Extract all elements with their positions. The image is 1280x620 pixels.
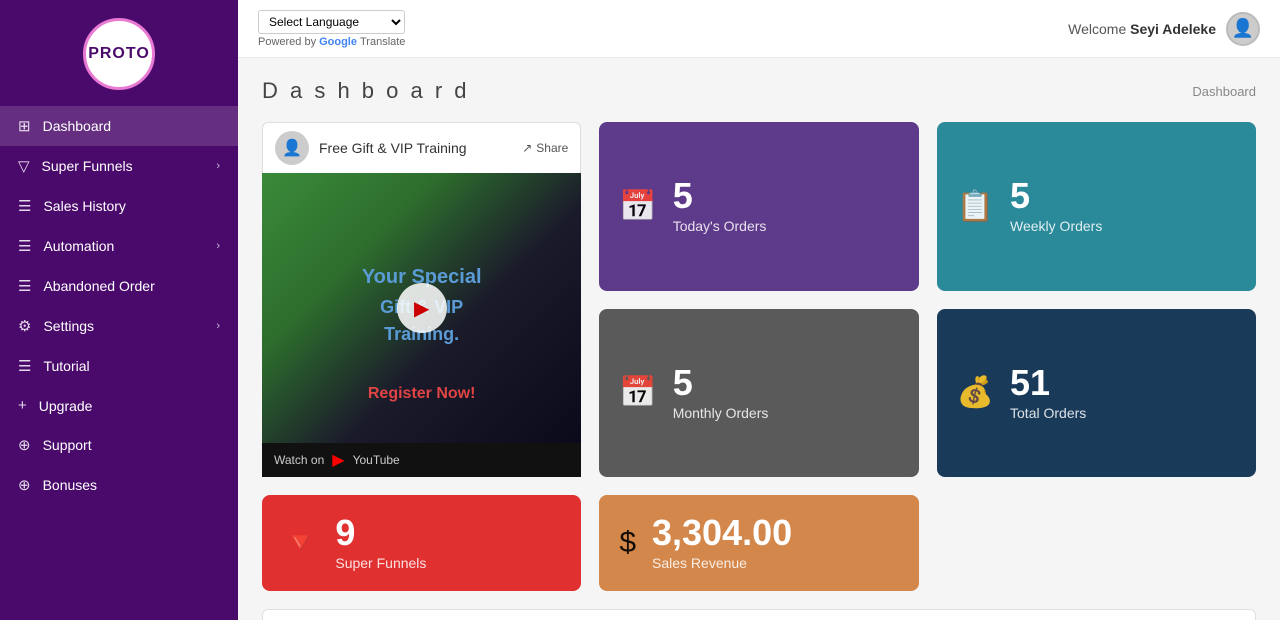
youtube-icon: ▶: [332, 450, 344, 470]
sidebar-item-support[interactable]: ⊕ Support: [0, 425, 238, 465]
stat-label-sales-revenue: Sales Revenue: [652, 555, 792, 571]
stat-number-sales-revenue: 3,304.00: [652, 515, 792, 551]
stat-card-todays-orders[interactable]: 📅 5 Today's Orders: [599, 122, 918, 291]
powered-by: Powered by Google Translate: [258, 36, 405, 48]
nav-label-settings: Settings: [43, 318, 94, 334]
nav-label-support: Support: [43, 437, 92, 453]
video-cta: Register Now!: [368, 385, 476, 403]
nav-label-automation: Automation: [43, 238, 114, 254]
breadcrumb: Dashboard: [1192, 84, 1256, 99]
stat-card-sales-revenue[interactable]: $ 3,304.00 Sales Revenue: [599, 495, 918, 591]
stat-card-total-orders[interactable]: 💰 51 Total Orders: [937, 309, 1256, 478]
video-panel: 👤 Free Gift & VIP Training ↗ Share Your …: [262, 122, 581, 477]
video-footer: Watch on ▶ YouTube: [262, 443, 581, 477]
sidebar-item-settings[interactable]: ⚙ Settings ›: [0, 306, 238, 346]
sidebar-item-sales-history[interactable]: ☰ Sales History: [0, 186, 238, 226]
logo: PROTO: [83, 18, 155, 90]
video-content[interactable]: Your Special Gift & VIP Training. ▶ Regi…: [262, 173, 581, 443]
topbar-right: Welcome Seyi Adeleke 👤: [1068, 12, 1260, 46]
stat-icon-monthly-orders: 📅: [619, 375, 656, 410]
page-content: D a s h b o a r d Dashboard 👤 Free Gift …: [238, 58, 1280, 620]
nav-label-sales-history: Sales History: [43, 198, 125, 214]
sidebar-item-upgrade[interactable]: + Upgrade: [0, 386, 238, 425]
stat-number-todays-orders: 5: [673, 178, 767, 214]
page-header: D a s h b o a r d Dashboard: [262, 78, 1256, 104]
sidebar-item-abandoned-order[interactable]: ☰ Abandoned Order: [0, 266, 238, 306]
nav-label-abandoned-order: Abandoned Order: [43, 278, 154, 294]
nav-icon-bonuses: ⊕: [18, 476, 31, 494]
topbar: Select Language Powered by Google Transl…: [238, 0, 1280, 58]
nav-icon-dashboard: ⊞: [18, 117, 31, 135]
bottom-row: Pending Orders 41.18% Shipped Orders: [262, 609, 1256, 620]
stat-label-total-orders: Total Orders: [1010, 405, 1086, 421]
chevron-icon-settings: ›: [216, 320, 220, 332]
sidebar: PROTO ⊞ Dashboard ▽ Super Funnels › ☰ Sa…: [0, 0, 238, 620]
stat-label-monthly-orders: Monthly Orders: [673, 405, 769, 421]
stat-icon-total-orders: 💰: [957, 375, 994, 410]
page-title: D a s h b o a r d: [262, 78, 470, 104]
nav-icon-upgrade: +: [18, 397, 27, 414]
sidebar-item-dashboard[interactable]: ⊞ Dashboard: [0, 106, 238, 146]
nav-icon-super-funnels: ▽: [18, 157, 30, 175]
topbar-left: Select Language Powered by Google Transl…: [258, 10, 405, 48]
stat-icon-super-funnels: 🔻: [282, 526, 319, 561]
sidebar-item-super-funnels[interactable]: ▽ Super Funnels ›: [0, 146, 238, 186]
stat-number-monthly-orders: 5: [673, 365, 769, 401]
nav-icon-abandoned-order: ☰: [18, 277, 31, 295]
language-select[interactable]: Select Language: [258, 10, 405, 34]
nav-icon-settings: ⚙: [18, 317, 31, 335]
stat-card-weekly-orders[interactable]: 📋 5 Weekly Orders: [937, 122, 1256, 291]
nav-label-super-funnels: Super Funnels: [42, 158, 133, 174]
nav-label-upgrade: Upgrade: [39, 398, 93, 414]
user-name: Seyi Adeleke: [1130, 21, 1216, 37]
welcome-text: Welcome Seyi Adeleke: [1068, 21, 1216, 37]
chevron-icon-super-funnels: ›: [216, 160, 220, 172]
nav-icon-support: ⊕: [18, 436, 31, 454]
sidebar-item-automation[interactable]: ☰ Automation ›: [0, 226, 238, 266]
avatar: 👤: [1226, 12, 1260, 46]
share-button[interactable]: ↗ Share: [522, 141, 568, 155]
stat-icon-todays-orders: 📅: [619, 189, 656, 224]
play-button[interactable]: ▶: [397, 283, 447, 333]
nav-label-bonuses: Bonuses: [43, 477, 97, 493]
stat-card-monthly-orders[interactable]: 📅 5 Monthly Orders: [599, 309, 918, 478]
stat-number-super-funnels: 9: [335, 515, 426, 551]
stat-number-weekly-orders: 5: [1010, 178, 1102, 214]
video-title: Free Gift & VIP Training: [319, 140, 467, 156]
stat-icon-sales-revenue: $: [619, 526, 636, 560]
stat-icon-weekly-orders: 📋: [957, 189, 994, 224]
main-content: Select Language Powered by Google Transl…: [238, 0, 1280, 620]
stat-label-weekly-orders: Weekly Orders: [1010, 218, 1102, 234]
nav-label-tutorial: Tutorial: [43, 358, 89, 374]
nav-icon-sales-history: ☰: [18, 197, 31, 215]
stat-label-super-funnels: Super Funnels: [335, 555, 426, 571]
chevron-icon-automation: ›: [216, 240, 220, 252]
video-header: 👤 Free Gift & VIP Training ↗ Share: [262, 122, 581, 173]
sidebar-nav: ⊞ Dashboard ▽ Super Funnels › ☰ Sales Hi…: [0, 106, 238, 505]
dashboard-grid: 👤 Free Gift & VIP Training ↗ Share Your …: [262, 122, 1256, 591]
nav-label-dashboard: Dashboard: [43, 118, 112, 134]
sidebar-logo: PROTO: [0, 0, 238, 100]
nav-icon-tutorial: ☰: [18, 357, 31, 375]
sidebar-item-tutorial[interactable]: ☰ Tutorial: [0, 346, 238, 386]
stat-label-todays-orders: Today's Orders: [673, 218, 767, 234]
video-avatar: 👤: [275, 131, 309, 165]
sidebar-item-bonuses[interactable]: ⊕ Bonuses: [0, 465, 238, 505]
stat-card-super-funnels[interactable]: 🔻 9 Super Funnels: [262, 495, 581, 591]
share-icon: ↗: [522, 141, 532, 155]
nav-icon-automation: ☰: [18, 237, 31, 255]
stat-number-total-orders: 51: [1010, 365, 1086, 401]
orders-summary: Pending Orders 41.18% Shipped Orders: [262, 609, 1256, 620]
